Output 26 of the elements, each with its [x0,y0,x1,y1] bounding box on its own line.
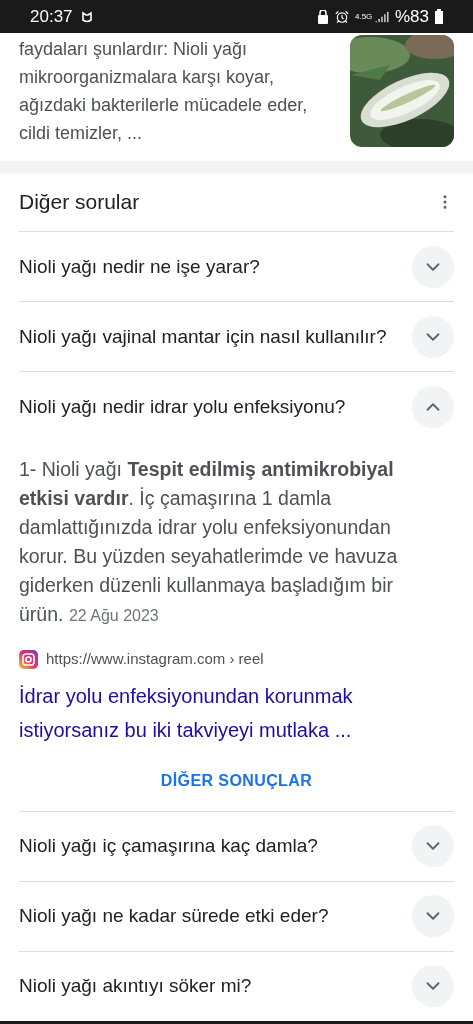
notification-icon [80,10,93,23]
answer-text: 1- Nioli yağı Tespit edilmiş antimikrobiyal etkisi vardır. İç çamaşırına 1 damla damlattığınızda idrar yolu enfeksiyonundan korur. Bu yüzden seyahatlerimde ve havuza giderken düzenli kullanmaya başladığım bir ürün. 22 Ağu 2023 [19,457,399,627]
expand-button[interactable] [412,825,454,867]
camera-logo-icon [19,649,38,669]
expand-button[interactable] [412,315,454,358]
expand-button[interactable] [412,895,454,937]
question-text: Nioli yağı ne kadar sürede etki eder? [19,904,329,928]
source-url: https://www.instagram.com › reel [46,649,264,669]
battery-icon [435,9,443,24]
expand-button[interactable] [412,965,454,1007]
result-link[interactable]: İdrar yolu enfeksiyonundan korunmak istiyorsanız bu iki takviyeyi mutlaka ... [19,678,454,747]
expand-button[interactable] [412,385,454,428]
alarm-icon [334,9,349,24]
section-title: Diğer sorular [19,189,140,216]
signal-icon [374,9,389,24]
battery-percent: %83 [394,5,429,28]
lock-icon [316,9,329,24]
question-text: Nioli yağı akıntıyı söker mi? [19,974,252,998]
snippet-text: faydaları şunlardır: Nioli yağı mikroorganizmalara karşı koyar, ağızdaki bakterilerle mücadele eder, cildi temizler, ... [19,38,309,145]
expand-button[interactable] [412,245,454,288]
question-text: Nioli yağı iç çamaşırına kaç damla? [19,834,318,858]
more-results-button[interactable]: DİĞER SONUÇLAR [144,760,329,801]
status-time: 20:37 [30,5,73,28]
question-text: Nioli yağı nedir idrar yolu enfeksiyonu? [19,394,346,419]
question-text: Nioli yağı nedir ne işe yarar? [19,254,260,279]
question-text: Nioli yağı vajinal mantar için nasıl kullanılır? [19,324,387,349]
